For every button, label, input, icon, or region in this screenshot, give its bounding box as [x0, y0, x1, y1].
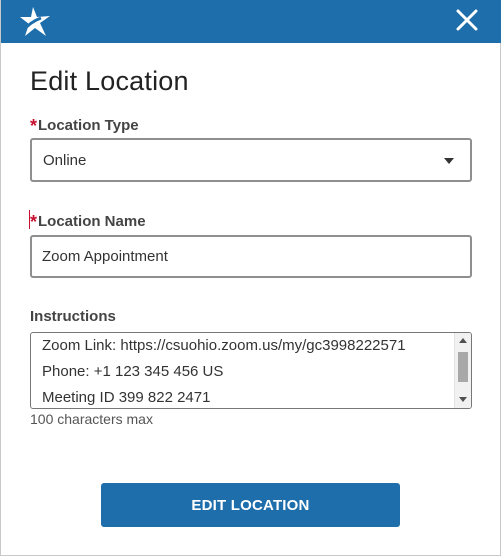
location-name-label-row: *Location Name	[30, 210, 146, 232]
dialog-header	[1, 0, 501, 43]
location-name-label: Location Name	[38, 213, 146, 230]
scrollbar-thumb[interactable]	[458, 352, 468, 382]
location-type-label-row: *Location Type	[30, 114, 139, 136]
star-logo-icon	[20, 7, 50, 36]
location-type-label: Location Type	[38, 117, 139, 134]
edit-location-dialog: Edit Location *Location Type Online *Loc…	[0, 0, 501, 556]
location-type-select[interactable]: Online	[30, 138, 472, 182]
scroll-down-arrow-icon[interactable]	[459, 397, 467, 402]
required-marker: *	[30, 116, 38, 136]
character-limit-hint: 100 characters max	[30, 411, 153, 427]
required-marker: *	[30, 212, 38, 232]
edit-location-button[interactable]: EDIT LOCATION	[101, 483, 400, 527]
scroll-up-arrow-icon[interactable]	[459, 338, 467, 343]
page-title: Edit Location	[30, 66, 189, 96]
close-icon[interactable]	[453, 6, 481, 34]
location-name-input[interactable]	[32, 237, 470, 276]
instructions-line: Zoom Link: https://csuohio.zoom.us/my/gc…	[42, 337, 406, 354]
instructions-label: Instructions	[30, 308, 116, 325]
instructions-scrollbar[interactable]	[454, 333, 471, 408]
instructions-line: Meeting ID 399 822 2471	[42, 389, 211, 406]
instructions-line: Phone: +1 123 345 456 US	[42, 363, 224, 380]
instructions-text: Zoom Link: https://csuohio.zoom.us/my/gc…	[42, 336, 452, 408]
instructions-textarea[interactable]: Zoom Link: https://csuohio.zoom.us/my/gc…	[30, 332, 472, 409]
location-type-value: Online	[43, 152, 87, 169]
chevron-down-icon[interactable]	[444, 158, 454, 164]
location-name-field	[30, 235, 472, 278]
